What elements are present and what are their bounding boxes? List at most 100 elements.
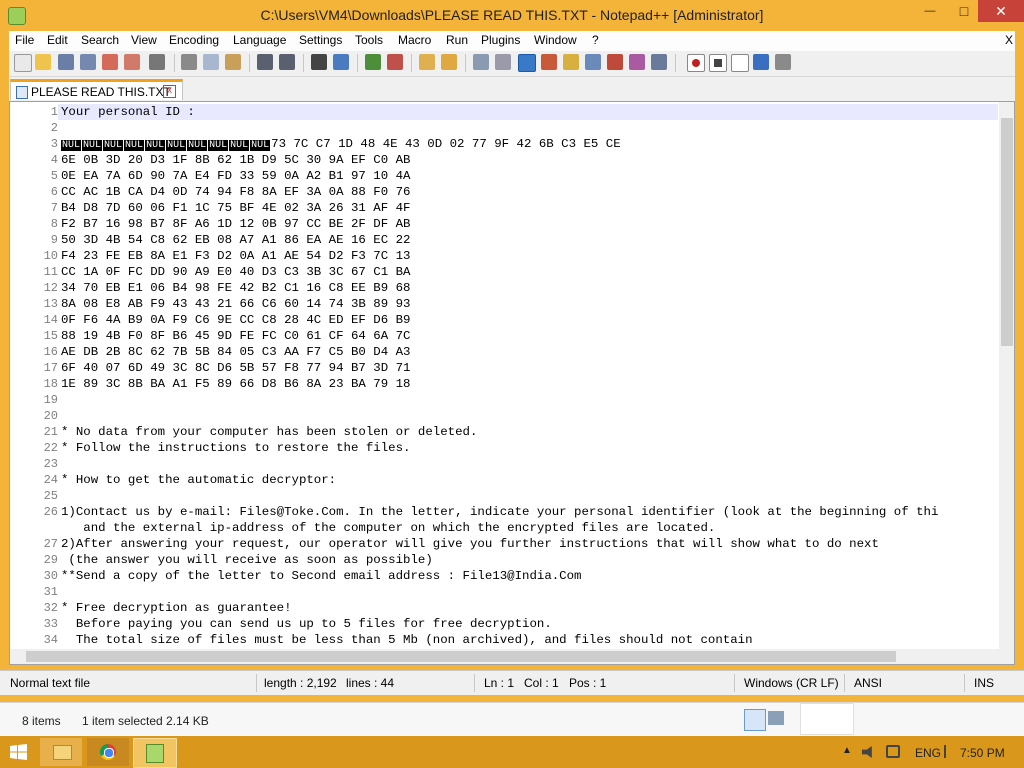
lang-define-icon[interactable] [541,54,557,70]
menu-search[interactable]: Search [81,33,119,47]
editor-line: 50 3D 4B 54 C8 62 EB 08 A7 A1 86 EA AE 1… [61,233,411,247]
indent-guide-icon[interactable] [518,54,536,72]
vertical-scrollbar[interactable] [999,102,1014,649]
find-icon[interactable] [311,54,327,70]
action-center-flag-icon[interactable] [944,745,958,758]
menu-encoding[interactable]: Encoding [169,33,219,47]
maximize-button[interactable]: □ [947,0,981,22]
menu-run[interactable]: Run [446,33,468,47]
save-all-icon[interactable] [80,54,96,70]
nul-char-marker: NUL [82,140,103,151]
line-number: 10 [43,249,58,263]
sync-horizontal-icon[interactable] [441,54,457,70]
horizontal-scrollbar[interactable] [9,649,1015,665]
line-number: 8 [50,217,58,231]
word-wrap-icon[interactable] [473,54,489,70]
close-button[interactable]: ✕ [978,0,1024,22]
details-view-icon[interactable] [744,709,766,731]
undo-icon[interactable] [257,54,273,70]
editor-area[interactable]: 1 2 3 4 5 6 7 8 9 10 11 12 13 14 15 16 17 18 19 20 21 22 23 24 2… [9,101,1015,650]
nul-char-marker: NUL [166,140,187,151]
save-macro-icon[interactable] [775,54,791,70]
copy-icon[interactable] [203,54,219,70]
editor-line: B4 D8 7D 60 06 F1 1C 75 BF 4E 02 3A 26 3… [61,201,411,215]
nul-char-marker: NUL [61,140,82,151]
window-title: C:\Users\VM4\Downloads\PLEASE READ THIS.… [260,7,764,23]
status-length: length : 2,192 [264,676,337,690]
menu-macro[interactable]: Macro [398,33,431,47]
menu-language[interactable]: Language [233,33,286,47]
editor-line: 88 19 4B F0 8F B6 45 9D FE FC C0 61 CF 6… [61,329,411,343]
zoom-out-icon[interactable] [387,54,403,70]
monitoring-icon[interactable] [629,54,645,70]
editor-line: F4 23 FE EB 8A E1 F3 D2 0A A1 AE 54 D2 F… [61,249,411,263]
line-number: 20 [43,409,58,423]
notepadpp-window: C:\Users\VM4\Downloads\PLEASE READ THIS.… [0,0,1024,702]
minimize-button[interactable]: — [913,0,947,22]
function-list-icon[interactable] [585,54,601,70]
folder-as-workspace-icon[interactable] [607,54,623,70]
status-eol: Windows (CR LF) [744,676,839,690]
redo-icon[interactable] [279,54,295,70]
menu-help[interactable]: ? [592,33,599,47]
close-document-x[interactable]: X [1005,33,1013,47]
menu-view[interactable]: View [131,33,157,47]
horizontal-scroll-thumb[interactable] [26,651,896,662]
close-all-icon[interactable] [124,54,140,70]
title-bar: C:\Users\VM4\Downloads\PLEASE READ THIS.… [0,0,1024,31]
editor-line: Your personal ID : [61,105,195,119]
notepadpp-task-icon[interactable] [133,738,177,768]
editor-line: * Follow the instructions to restore the… [61,441,411,455]
editor-line: 8A 08 E8 AB F9 43 43 21 66 C6 60 14 74 3… [61,297,411,311]
replace-icon[interactable] [333,54,349,70]
clock-time[interactable]: 7:50 PM [960,746,1005,760]
tab-close-icon[interactable]: x [163,85,176,98]
editor-line: and the external ip-address of the compu… [61,521,716,535]
print-icon[interactable] [149,54,165,70]
show-all-chars-icon[interactable] [495,54,511,70]
new-file-icon[interactable] [14,54,32,72]
save-icon[interactable] [58,54,74,70]
doc-map-icon[interactable] [563,54,579,70]
large-icons-view-icon[interactable] [768,711,784,725]
line-number: 26 [43,505,58,519]
menu-edit[interactable]: Edit [47,33,68,47]
cut-icon[interactable] [181,54,197,70]
stop-macro-icon[interactable] [709,54,727,72]
editor-line: 1)Contact us by e-mail: Files@Toke.Com. … [61,505,939,519]
paste-icon[interactable] [225,54,241,70]
explorer-panel [800,703,854,735]
status-encoding: ANSI [854,676,883,690]
menu-plugins[interactable]: Plugins [481,33,520,47]
eye-icon[interactable] [651,54,667,70]
network-icon[interactable] [886,745,900,758]
line-number: 5 [50,169,58,183]
line-number: 12 [43,281,58,295]
open-file-icon[interactable] [35,54,51,70]
menu-settings[interactable]: Settings [299,33,342,47]
play-macro-icon[interactable] [731,54,749,72]
start-windows-icon[interactable] [10,744,27,760]
sync-vertical-icon[interactable] [419,54,435,70]
input-language[interactable]: ENG [915,746,941,760]
run-macro-multiple-icon[interactable] [753,54,769,70]
status-bar: Normal text file length : 2,192 lines : … [0,670,1024,695]
menu-window[interactable]: Window [534,33,577,47]
line-number: 13 [43,297,58,311]
menu-tools[interactable]: Tools [355,33,383,47]
line-number: 9 [50,233,58,247]
file-explorer-task-icon[interactable] [40,738,82,766]
tab-please-read-this[interactable]: PLEASE READ THIS.TXT x [10,79,183,100]
menu-file[interactable]: File [15,33,34,47]
vertical-scroll-thumb[interactable] [1001,118,1013,346]
close-file-icon[interactable] [102,54,118,70]
line-number: 15 [43,329,58,343]
zoom-in-icon[interactable] [365,54,381,70]
line-number: 31 [43,585,58,599]
show-hidden-icons-icon[interactable]: ▲ [842,745,852,756]
line-number: 1 [50,105,58,119]
editor-line: Before paying you can send us up to 5 fi… [61,617,552,631]
record-macro-icon[interactable] [687,54,705,72]
speaker-muted-icon[interactable] [862,746,872,758]
chrome-task-icon[interactable] [87,738,129,766]
